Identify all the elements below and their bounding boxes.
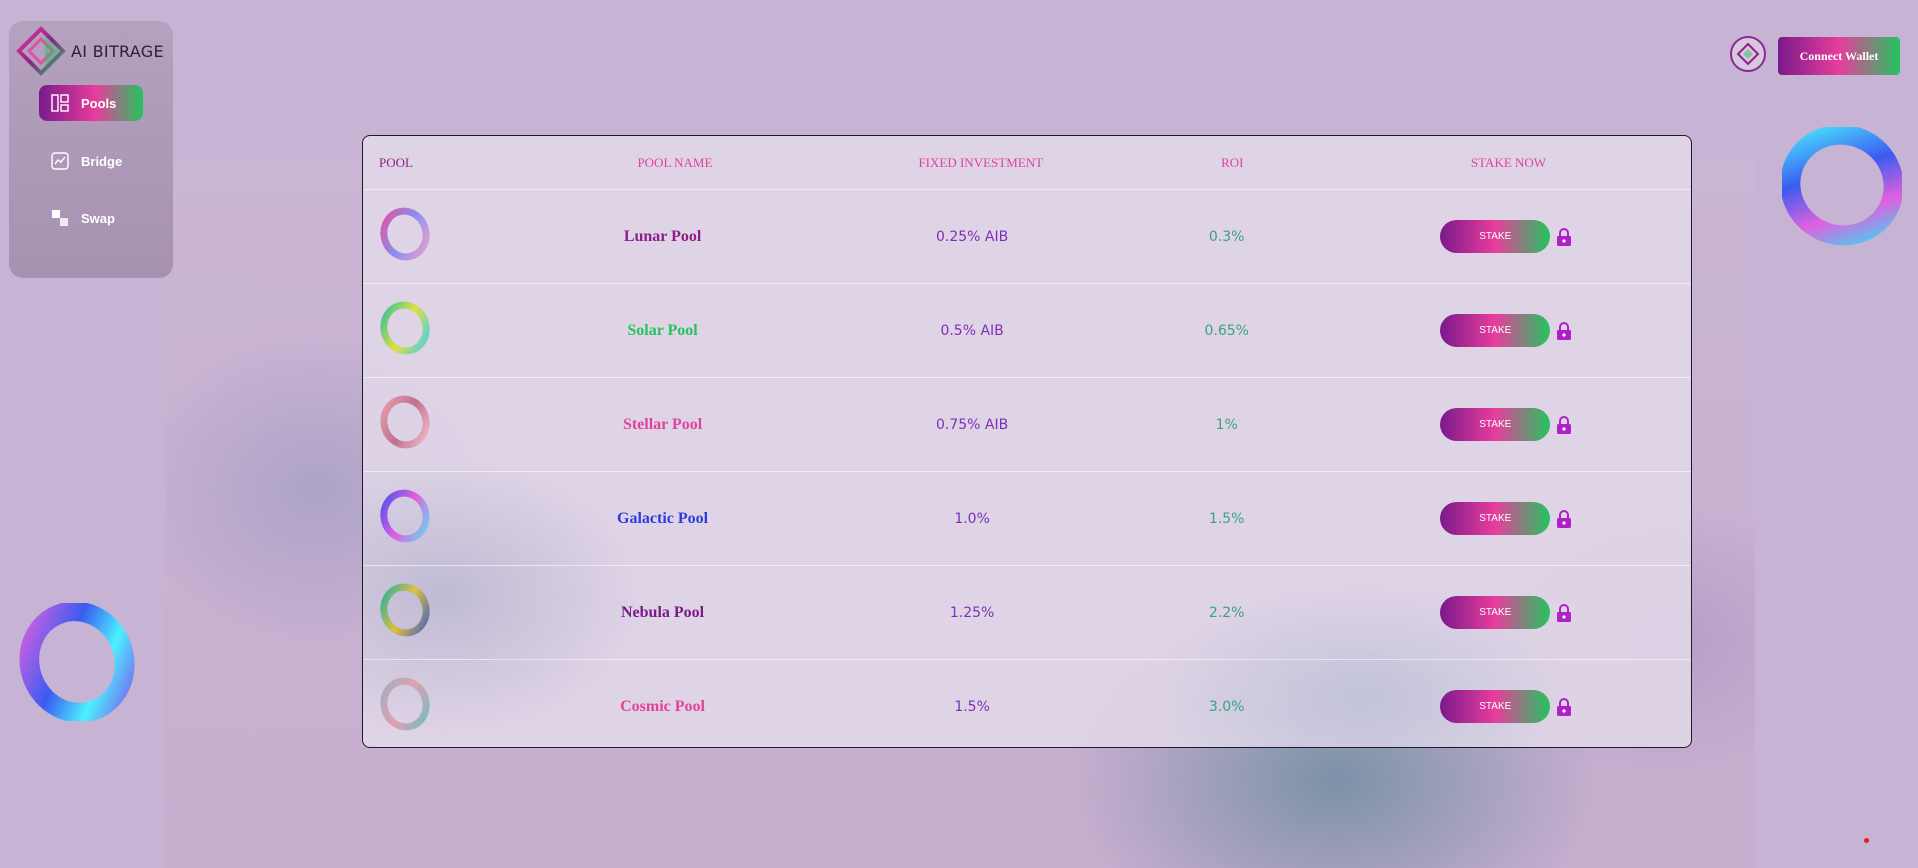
fixed-investment: 1.25%	[949, 604, 995, 621]
pool-image	[363, 582, 513, 643]
stake-cell: STAKE	[1322, 220, 1691, 253]
pool-name: Stellar Pool	[622, 415, 703, 433]
sidebar-item-label: Swap	[81, 210, 115, 226]
pool-image	[363, 300, 513, 361]
chart-icon	[49, 150, 71, 172]
table-row: Galactic Pool 1.0% 1.5% STAKE	[363, 472, 1691, 566]
logo[interactable]: AI BITRAGE	[15, 25, 164, 77]
roi-value: 1%	[1215, 416, 1238, 433]
table-row: Lunar Pool 0.25% AIB 0.3% STAKE	[363, 190, 1691, 284]
logo-diamond-icon	[1736, 42, 1760, 66]
roi-value: 0.3%	[1208, 228, 1245, 245]
stake-cell: STAKE	[1322, 596, 1691, 629]
stake-button[interactable]: STAKE	[1440, 690, 1551, 723]
fixed-investment: 0.75% AIB	[935, 416, 1009, 433]
pool-name: Galactic Pool	[617, 509, 709, 527]
table-row: Solar Pool 0.5% AIB 0.65% STAKE	[363, 284, 1691, 378]
table-row: Nebula Pool 1.25% 2.2% STAKE	[363, 566, 1691, 660]
lock-icon	[1557, 415, 1572, 434]
pool-name: Cosmic Pool	[620, 697, 705, 715]
stake-button[interactable]: STAKE	[1440, 408, 1551, 441]
column-header-roi: ROI	[1221, 154, 1244, 170]
table-body: Lunar Pool 0.25% AIB 0.3% STAKE Solar Po…	[363, 190, 1691, 747]
layout-icon	[49, 92, 71, 114]
pools-table: POOL POOL NAME FIXED INVESTMENT ROI STAK…	[362, 135, 1692, 748]
fixed-investment: 1.5%	[954, 698, 990, 715]
decorative-ring-icon	[19, 603, 135, 721]
column-header-fixed-investment: FIXED INVESTMENT	[918, 154, 1044, 170]
pool-image	[363, 206, 513, 267]
logo-text: AI BITRAGE	[71, 41, 164, 61]
avatar[interactable]	[1730, 36, 1766, 72]
stake-button[interactable]: STAKE	[1440, 314, 1551, 347]
pool-image	[363, 676, 513, 737]
lock-icon	[1557, 697, 1572, 716]
sidebar-item-label: Pools	[81, 95, 117, 111]
sidebar-item-pools[interactable]: Pools	[39, 85, 143, 121]
column-header-stake-now: STAKE NOW	[1470, 154, 1547, 170]
roi-value: 1.5%	[1208, 510, 1245, 527]
sidebar-item-label: Bridge	[81, 153, 123, 169]
stake-cell: STAKE	[1322, 690, 1691, 723]
stake-cell: STAKE	[1322, 408, 1691, 441]
pool-name: Solar Pool	[627, 321, 698, 339]
pool-ring-icon	[380, 207, 430, 261]
table-row: Stellar Pool 0.75% AIB 1% STAKE	[363, 378, 1691, 472]
stake-button[interactable]: STAKE	[1440, 596, 1551, 629]
table-header: POOL POOL NAME FIXED INVESTMENT ROI STAK…	[363, 136, 1691, 190]
pool-ring-icon	[380, 489, 430, 543]
pool-name: Lunar Pool	[623, 227, 702, 245]
pool-ring-icon	[380, 395, 430, 449]
pool-image	[363, 394, 513, 455]
column-header-pool-name: POOL NAME	[637, 154, 713, 170]
roi-value: 0.65%	[1204, 322, 1249, 339]
pool-name: Nebula Pool	[621, 603, 705, 621]
swap-icon	[49, 207, 71, 229]
table-row: Cosmic Pool 1.5% 3.0% STAKE	[363, 660, 1691, 747]
connect-wallet-button[interactable]: Connect Wallet	[1778, 37, 1900, 75]
lock-icon	[1557, 227, 1572, 246]
stake-cell: STAKE	[1322, 502, 1691, 535]
pool-ring-icon	[380, 583, 430, 637]
roi-value: 2.2%	[1208, 604, 1245, 621]
fixed-investment: 0.25% AIB	[935, 228, 1009, 245]
fixed-investment: 0.5% AIB	[940, 322, 1004, 339]
pool-ring-icon	[380, 677, 430, 731]
lock-icon	[1557, 603, 1572, 622]
fixed-investment: 1.0%	[954, 510, 990, 527]
lock-icon	[1557, 509, 1572, 528]
sidebar-item-bridge[interactable]: Bridge	[39, 143, 143, 179]
sidebar: AI BITRAGE Pools Bridge Swap	[9, 21, 173, 278]
roi-value: 3.0%	[1208, 698, 1245, 715]
sidebar-item-swap[interactable]: Swap	[39, 200, 143, 236]
column-header-pool: POOL	[379, 154, 413, 170]
notification-dot	[1864, 838, 1869, 843]
pool-ring-icon	[380, 301, 430, 355]
lock-icon	[1557, 321, 1572, 340]
logo-diamond-icon	[16, 26, 66, 76]
decorative-ring-icon	[1782, 127, 1902, 246]
pool-image	[363, 488, 513, 549]
stake-button[interactable]: STAKE	[1440, 502, 1551, 535]
stake-button[interactable]: STAKE	[1440, 220, 1551, 253]
stake-cell: STAKE	[1322, 314, 1691, 347]
